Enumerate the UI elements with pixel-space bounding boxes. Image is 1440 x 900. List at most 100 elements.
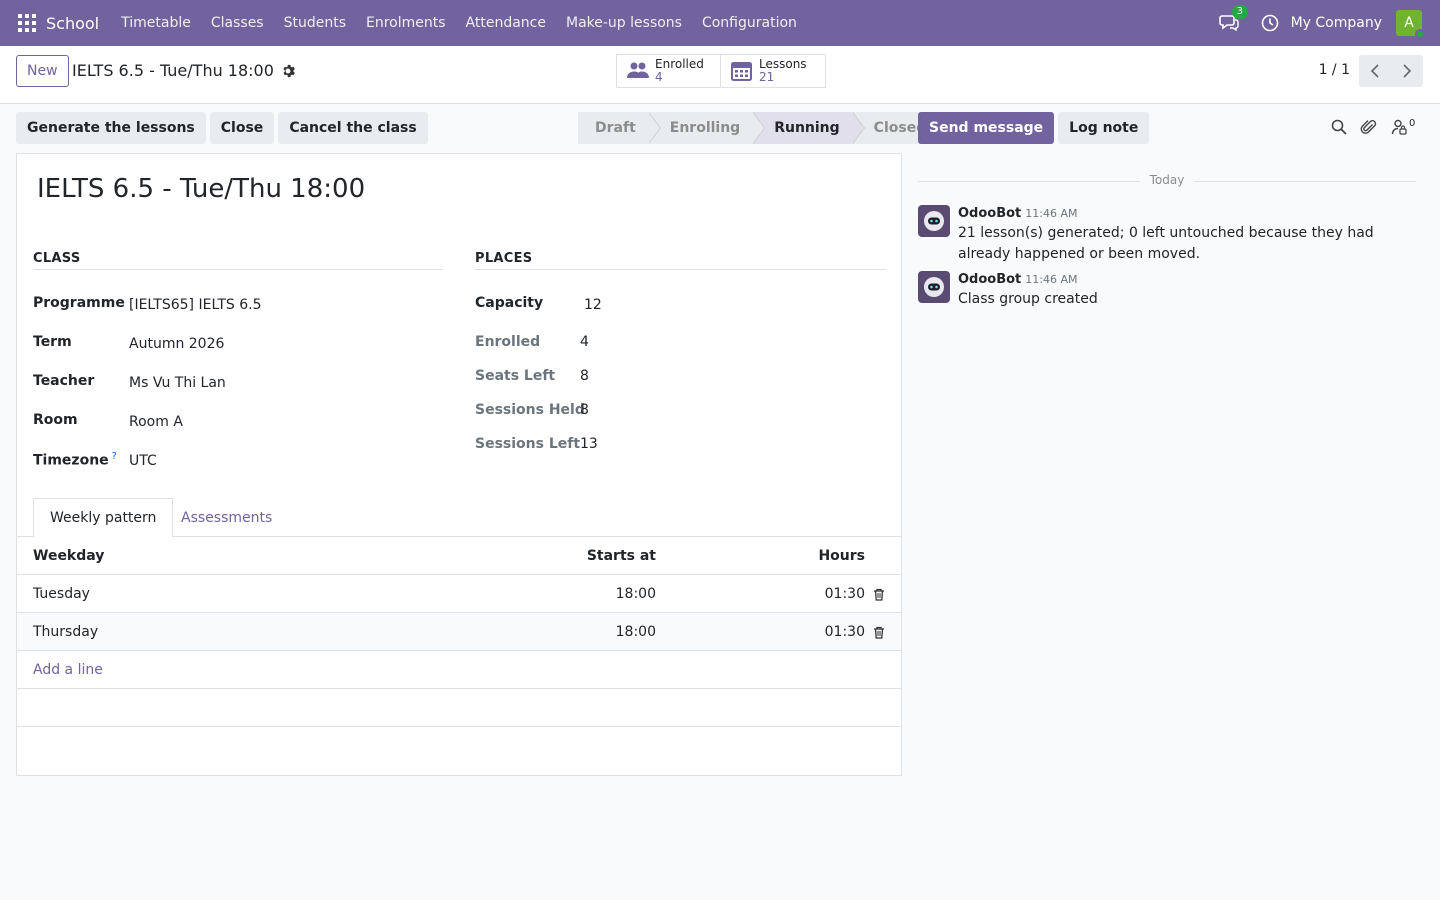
timezone-label-text: Timezone — [33, 452, 109, 469]
room-label: Room — [33, 412, 78, 428]
menu-enrolments[interactable]: Enrolments — [356, 15, 456, 31]
smart-buttons: Enrolled 4 Lessons 21 — [616, 54, 826, 88]
sessions-left-value: 13 — [580, 436, 598, 452]
enrolled-stat-value: 4 — [655, 70, 663, 84]
pager-previous-button[interactable] — [1359, 55, 1391, 87]
new-button[interactable]: New — [16, 55, 69, 87]
stage-label: Draft — [595, 120, 636, 136]
lessons-smart-button[interactable]: Lessons 21 — [721, 54, 826, 88]
table-row[interactable]: Tuesday 18:00 01:30 — [17, 575, 901, 613]
messaging-icon[interactable]: 3 — [1218, 5, 1248, 34]
message-author[interactable]: OdooBot — [958, 206, 1021, 221]
messaging-badge: 3 — [1231, 5, 1248, 19]
room-field[interactable]: Room A — [129, 414, 183, 430]
stage-enrolling[interactable]: Enrolling — [647, 112, 766, 144]
lessons-stat-value: 21 — [759, 70, 775, 84]
starts-at-cell[interactable]: 18:00 — [616, 613, 656, 651]
search-icon[interactable] — [1330, 118, 1348, 136]
chevron-left-icon — [1370, 64, 1379, 78]
timezone-label: Timezone? — [33, 451, 117, 469]
company-switcher[interactable]: My Company — [1291, 15, 1382, 31]
close-class-button[interactable]: Close — [209, 112, 275, 144]
enrolled-label: Enrolled — [475, 334, 541, 350]
term-label: Term — [33, 334, 72, 350]
empty-row — [17, 689, 901, 727]
menu-makeup-lessons[interactable]: Make-up lessons — [556, 15, 692, 31]
teacher-field[interactable]: Ms Vu Thi Lan — [129, 375, 226, 391]
hours-cell[interactable]: 01:30 — [825, 575, 865, 613]
trash-icon[interactable] — [873, 613, 887, 651]
column-hours[interactable]: Hours — [818, 537, 865, 575]
enrolled-smart-button[interactable]: Enrolled 4 — [616, 54, 721, 88]
enrolled-value: 4 — [580, 334, 589, 350]
followers-count: 0 — [1409, 118, 1416, 129]
user-lock-icon — [1391, 119, 1407, 135]
form-sheet: IELTS 6.5 - Tue/Thu 18:00 CLASS Programm… — [16, 153, 902, 776]
chatter-topbar-icons: 0 — [1330, 118, 1415, 136]
odoobot-avatar[interactable] — [918, 205, 950, 237]
cancel-class-button[interactable]: Cancel the class — [278, 112, 428, 144]
log-note-button[interactable]: Log note — [1058, 112, 1150, 144]
add-line-row: Add a line — [17, 651, 901, 689]
activity-clock-icon[interactable] — [1261, 14, 1279, 32]
notebook-tabs: Weekly pattern Assessments — [17, 498, 901, 538]
term-field[interactable]: Autumn 2026 — [129, 336, 224, 352]
weekday-cell[interactable]: Thursday — [33, 613, 98, 651]
gear-icon[interactable] — [281, 64, 295, 78]
sessions-left-label: Sessions Left — [475, 436, 581, 452]
sessions-held-label: Sessions Held — [475, 402, 585, 418]
capacity-label: Capacity — [475, 295, 544, 311]
app-name[interactable]: School — [46, 14, 99, 33]
online-status-icon — [1415, 29, 1425, 39]
form-actions: Generate the lessons Close Cancel the cl… — [16, 112, 432, 144]
teacher-label: Teacher — [33, 373, 95, 389]
capacity-field[interactable]: 12 — [584, 297, 602, 313]
chatter-actions: Send message Log note — [918, 112, 1153, 144]
menu-classes[interactable]: Classes — [201, 15, 274, 31]
menu-students[interactable]: Students — [274, 15, 356, 31]
menu-timetable[interactable]: Timetable — [111, 15, 201, 31]
trash-icon[interactable] — [873, 575, 887, 613]
places-group-heading: PLACES — [475, 251, 533, 266]
apps-grid-icon[interactable] — [18, 14, 36, 32]
breadcrumb: IELTS 6.5 - Tue/Thu 18:00 — [72, 61, 295, 80]
calendar-icon — [731, 62, 752, 81]
hours-cell[interactable]: 01:30 — [825, 613, 865, 651]
class-group-heading: CLASS — [33, 251, 81, 266]
user-avatar[interactable]: A — [1396, 10, 1425, 39]
message-text: Class group created — [958, 291, 1098, 307]
message-time: 11:46 AM — [1025, 207, 1078, 220]
stage-running[interactable]: Running — [752, 112, 865, 144]
tab-assessments[interactable]: Assessments — [165, 498, 288, 537]
message-text: 21 lesson(s) generated; 0 left untouched… — [958, 225, 1374, 262]
message-author[interactable]: OdooBot — [958, 272, 1021, 287]
chatter-message: OdooBot 11:46 AM 21 lesson(s) generated; … — [918, 205, 1416, 262]
stage-label: Running — [774, 120, 840, 136]
starts-at-cell[interactable]: 18:00 — [616, 575, 656, 613]
send-message-button[interactable]: Send message — [918, 112, 1055, 144]
menu-attendance[interactable]: Attendance — [456, 15, 556, 31]
help-tooltip-icon[interactable]: ? — [112, 451, 117, 462]
message-time: 11:46 AM — [1025, 273, 1078, 286]
pager-value[interactable]: 1 / 1 — [1319, 62, 1350, 78]
timezone-field[interactable]: UTC — [129, 453, 157, 469]
record-name-field[interactable]: IELTS 6.5 - Tue/Thu 18:00 — [37, 174, 365, 204]
stage-draft[interactable]: Draft — [578, 112, 661, 144]
odoobot-avatar[interactable] — [918, 271, 950, 303]
column-starts-at[interactable]: Starts at — [587, 537, 656, 575]
programme-label: Programme — [33, 295, 125, 311]
top-navbar: School Timetable Classes Students Enrolm… — [0, 0, 1440, 46]
programme-field[interactable]: [IELTS65] IELTS 6.5 — [129, 297, 261, 313]
pager-next-button[interactable] — [1391, 55, 1423, 87]
followers-button[interactable]: 0 — [1390, 118, 1415, 136]
generate-lessons-button[interactable]: Generate the lessons — [16, 112, 206, 144]
add-line-link[interactable]: Add a line — [33, 651, 103, 689]
column-weekday[interactable]: Weekday — [33, 537, 104, 575]
weekday-cell[interactable]: Tuesday — [33, 575, 90, 613]
breadcrumb-record-title: IELTS 6.5 - Tue/Thu 18:00 — [72, 61, 274, 80]
paperclip-icon[interactable] — [1360, 118, 1378, 136]
control-panel: New IELTS 6.5 - Tue/Thu 18:00 Enrolled 4… — [0, 46, 1440, 104]
tab-weekly-pattern[interactable]: Weekly pattern — [33, 498, 174, 538]
menu-configuration[interactable]: Configuration — [692, 15, 807, 31]
table-row[interactable]: Thursday 18:00 01:30 — [17, 613, 901, 651]
